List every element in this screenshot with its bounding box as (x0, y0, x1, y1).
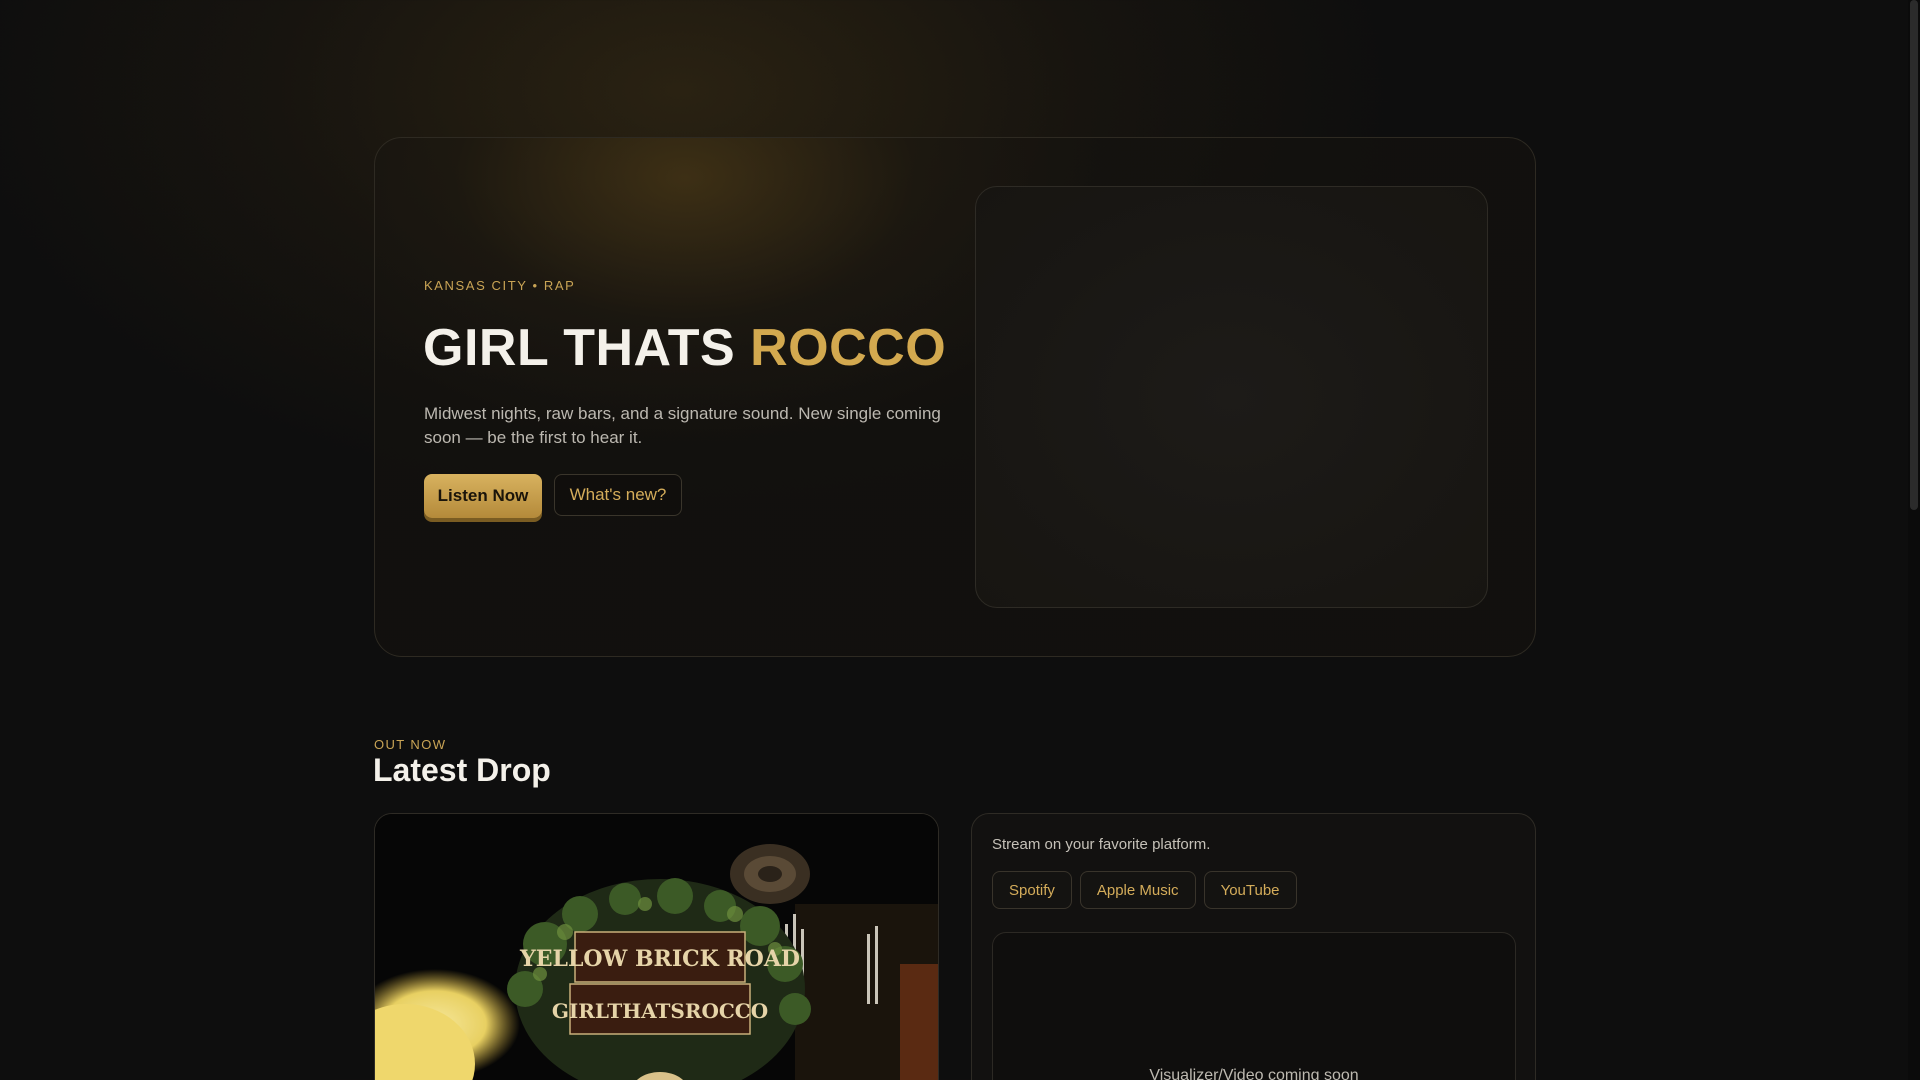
video-placeholder-text: Visualizer/Video coming soon (1149, 1067, 1359, 1080)
release-card: YELLOW BRICK ROAD GIRLTHATSROCCO (374, 813, 939, 1080)
scrollbar-thumb[interactable] (1910, 0, 1918, 510)
hero-title: GIRL THATS ROCCO (423, 318, 946, 378)
hero-eyebrow: KANSAS CITY • RAP (424, 278, 576, 293)
hero-title-accent: ROCCO (750, 319, 947, 377)
whats-new-button[interactable]: What's new? (554, 474, 682, 516)
section-title: Latest Drop (373, 752, 551, 788)
platform-links: Spotify Apple Music YouTube (992, 871, 1297, 909)
spotify-button[interactable]: Spotify (992, 871, 1072, 909)
hero-card: KANSAS CITY • RAP GIRL THATS ROCCO Midwe… (374, 137, 1536, 657)
cover-art-image: YELLOW BRICK ROAD GIRLTHATSROCCO (375, 814, 938, 1080)
hero-title-main: GIRL THATS (423, 319, 751, 377)
cover-sign-line1: YELLOW BRICK ROAD (519, 946, 800, 972)
video-placeholder: Visualizer/Video coming soon (992, 932, 1516, 1080)
scrollbar-track[interactable] (1908, 0, 1920, 1080)
listen-now-button[interactable]: Listen Now (424, 474, 542, 518)
cover-sign-line2: GIRLTHATSROCCO (552, 999, 768, 1023)
hero-media-placeholder (975, 186, 1488, 608)
hero-description: Midwest nights, raw bars, and a signatur… (424, 404, 941, 447)
section-eyebrow: OUT NOW (374, 737, 447, 752)
youtube-button[interactable]: YouTube (1203, 871, 1297, 909)
stream-text: Stream on your favorite platform. (992, 836, 1211, 853)
stream-card: Stream on your favorite platform. Spotif… (971, 813, 1536, 1080)
apple-music-button[interactable]: Apple Music (1079, 871, 1196, 909)
